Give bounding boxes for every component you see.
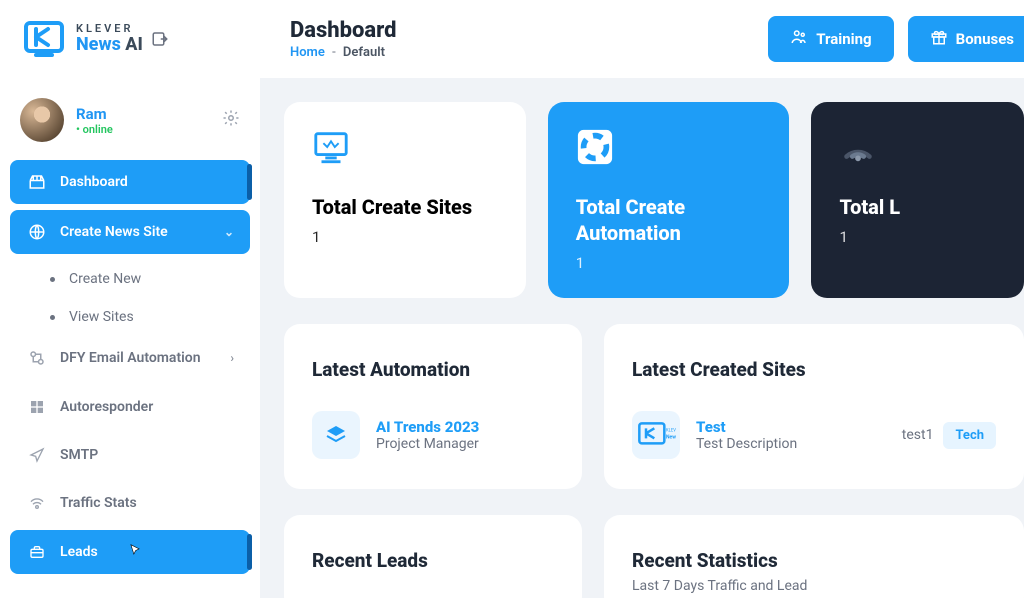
tag-test1: test1 bbox=[902, 427, 934, 443]
signal-icon bbox=[26, 495, 48, 511]
nav-traffic-stats[interactable]: Traffic Stats bbox=[10, 482, 250, 524]
logo-text-ai: AI bbox=[121, 34, 143, 55]
cursor-icon bbox=[128, 543, 142, 561]
panel-latest-automation: Latest Automation AI Trends 2023 Project… bbox=[284, 324, 582, 489]
layers-icon bbox=[312, 411, 360, 459]
main-content: Total Create Sites 1 Total Create Automa… bbox=[260, 78, 1024, 598]
automation-icon bbox=[26, 349, 48, 367]
avatar bbox=[20, 98, 64, 142]
user-profile[interactable]: Ram • online bbox=[10, 92, 250, 160]
training-button[interactable]: Training bbox=[768, 16, 893, 62]
gift-icon bbox=[930, 28, 948, 50]
nav-dfy-email-automation[interactable]: DFY Email Automation › bbox=[10, 336, 250, 380]
grid-icon bbox=[26, 399, 48, 415]
card-total-sites[interactable]: Total Create Sites 1 bbox=[284, 102, 526, 298]
klever-mini-icon: KLEVERNews AI bbox=[632, 411, 680, 459]
card-total-automation[interactable]: Total Create Automation 1 bbox=[548, 102, 790, 298]
breadcrumb: Home - Default bbox=[290, 45, 768, 60]
lifebuoy-icon bbox=[576, 128, 614, 166]
card-total-leads[interactable]: Total L 1 bbox=[811, 102, 1024, 298]
monitor-icon bbox=[312, 128, 350, 166]
bonuses-button[interactable]: Bonuses bbox=[908, 16, 1024, 62]
send-icon bbox=[26, 447, 48, 463]
sidebar: Ram • online Dashboard Create News Site … bbox=[0, 78, 260, 598]
logo-text-news: News bbox=[76, 34, 121, 55]
training-icon bbox=[790, 28, 808, 50]
panel-recent-leads: Recent Leads bbox=[284, 515, 582, 598]
nav-dashboard[interactable]: Dashboard bbox=[10, 160, 250, 204]
nav-create-new[interactable]: Create New bbox=[38, 260, 250, 298]
globe-icon bbox=[26, 223, 48, 241]
chevron-down-icon: ⌄ bbox=[224, 225, 234, 239]
user-status: • online bbox=[76, 123, 222, 136]
nav-view-sites[interactable]: View Sites bbox=[38, 298, 250, 336]
nav-create-news-site[interactable]: Create News Site ⌄ bbox=[10, 210, 250, 254]
app-logo[interactable]: KLEVER News AI bbox=[20, 15, 260, 63]
breadcrumb-home[interactable]: Home bbox=[290, 45, 325, 60]
gear-icon[interactable] bbox=[222, 109, 240, 131]
nav-smtp[interactable]: SMTP bbox=[10, 434, 250, 476]
svg-text:KLEVER: KLEVER bbox=[666, 429, 676, 434]
panel-recent-statistics: Recent Statistics Last 7 Days Traffic an… bbox=[604, 515, 1024, 598]
site-entry[interactable]: KLEVERNews AI Test Test Description test… bbox=[632, 411, 996, 459]
tag-tech[interactable]: Tech bbox=[943, 422, 996, 449]
svg-text:News AI: News AI bbox=[666, 434, 676, 440]
logo-icon bbox=[20, 15, 68, 63]
nav-autoresponder[interactable]: Autoresponder bbox=[10, 386, 250, 428]
dashboard-icon bbox=[26, 173, 48, 191]
panel-latest-sites: Latest Created Sites KLEVERNews AI Test … bbox=[604, 324, 1024, 489]
chevron-right-icon: › bbox=[230, 351, 234, 365]
collapse-sidebar-icon[interactable] bbox=[151, 30, 169, 48]
wifi-icon bbox=[839, 128, 877, 166]
automation-entry[interactable]: AI Trends 2023 Project Manager bbox=[312, 411, 554, 459]
user-name: Ram bbox=[76, 105, 222, 123]
briefcase-icon bbox=[26, 544, 48, 560]
page-title: Dashboard bbox=[290, 18, 768, 43]
nav-leads[interactable]: Leads bbox=[10, 530, 250, 574]
breadcrumb-current: Default bbox=[343, 45, 385, 60]
